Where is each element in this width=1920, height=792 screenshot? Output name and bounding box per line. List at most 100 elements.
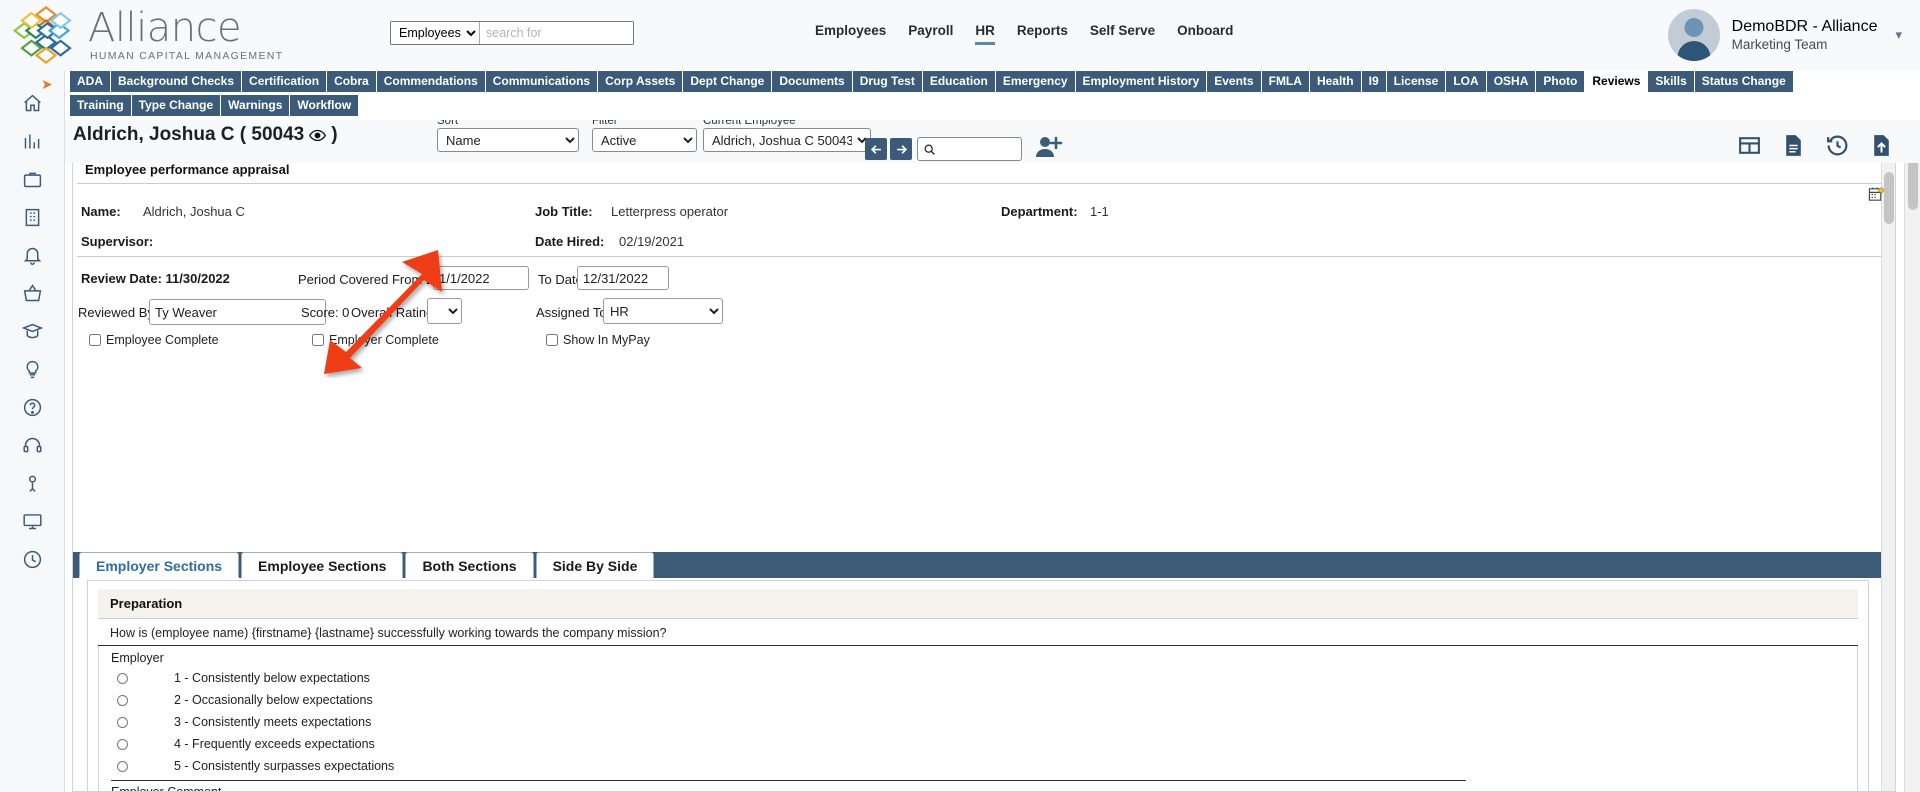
clock-icon[interactable]	[15, 542, 49, 576]
assigned-to-select[interactable]: HR	[603, 298, 723, 324]
headset-icon[interactable]	[15, 428, 49, 462]
filter-select[interactable]: Active	[592, 128, 697, 152]
tab-employer-sections[interactable]: Employer Sections	[79, 552, 240, 578]
rating-radio-4[interactable]	[117, 738, 128, 750]
calendar-scheduler-icon[interactable]	[1868, 186, 1885, 208]
module-tab-status-change[interactable]: Status Change	[1694, 71, 1794, 92]
employer-complete-checkbox[interactable]	[312, 334, 324, 346]
employee-complete-checkbox[interactable]	[89, 334, 101, 346]
rating-radio-2[interactable]	[117, 694, 128, 706]
nav-payroll[interactable]: Payroll	[908, 23, 953, 45]
basket-icon[interactable]	[15, 276, 49, 310]
module-tab-commendations[interactable]: Commendations	[376, 71, 486, 92]
module-tab-certification[interactable]: Certification	[242, 71, 328, 92]
review-details: Review Date: 11/30/2022 Period Covered F…	[73, 257, 1895, 369]
module-tab-drug-test[interactable]: Drug Test	[852, 71, 923, 92]
module-tab-warnings[interactable]: Warnings	[221, 95, 291, 116]
grid-icon[interactable]	[1737, 133, 1762, 158]
employer-complete-row[interactable]: Employer Complete	[312, 333, 439, 347]
chart-icon[interactable]	[15, 124, 49, 158]
divider	[111, 780, 1466, 781]
module-tab-health[interactable]: Health	[1309, 71, 1362, 92]
employee-search[interactable]	[917, 137, 1022, 161]
module-tab-education[interactable]: Education	[922, 71, 996, 92]
module-tab-skills[interactable]: Skills	[1648, 71, 1695, 92]
rating-radio-5[interactable]	[117, 760, 128, 772]
person-icon[interactable]	[15, 466, 49, 500]
previous-employee-button[interactable]	[865, 138, 887, 160]
module-tab-reviews[interactable]: Reviews	[1585, 71, 1649, 92]
eye-icon[interactable]	[309, 129, 327, 142]
global-search[interactable]: Employees	[390, 21, 634, 45]
module-tab-workflow[interactable]: Workflow	[290, 95, 360, 116]
module-tab-documents[interactable]: Documents	[772, 71, 853, 92]
chevron-down-icon[interactable]: ▾	[1895, 27, 1902, 43]
module-tab-osha[interactable]: OSHA	[1486, 71, 1537, 92]
module-tab-emergency[interactable]: Emergency	[995, 71, 1076, 92]
page-scrollbar[interactable]	[1904, 70, 1920, 792]
module-tab-loa[interactable]: LOA	[1446, 71, 1487, 92]
history-icon[interactable]	[1825, 133, 1850, 158]
nav-onboard[interactable]: Onboard	[1177, 23, 1233, 45]
brand-logo[interactable]: Alliance HUMAN CAPITAL MANAGEMENT	[8, 3, 283, 67]
add-employee-button[interactable]	[1035, 133, 1063, 166]
rating-option-row[interactable]: 3 - Consistently meets expectations	[111, 711, 1857, 733]
department-label: Department:	[1001, 204, 1078, 219]
nav-employees[interactable]: Employees	[815, 23, 886, 45]
question-icon[interactable]	[15, 390, 49, 424]
document-icon[interactable]	[1781, 133, 1806, 158]
module-tab-type-change[interactable]: Type Change	[131, 95, 222, 116]
module-tab-fmla[interactable]: FMLA	[1261, 71, 1310, 92]
employee-complete-row[interactable]: Employee Complete	[89, 333, 219, 347]
rating-radio-1[interactable]	[117, 672, 128, 684]
employee-search-input[interactable]	[939, 141, 1017, 157]
rating-option-row[interactable]: 2 - Occasionally below expectations	[111, 689, 1857, 711]
module-tab-license[interactable]: License	[1386, 71, 1447, 92]
score-label: Score: 0	[301, 305, 350, 320]
module-tab-employment-history[interactable]: Employment History	[1075, 71, 1208, 92]
module-tab-i9[interactable]: I9	[1361, 71, 1387, 92]
show-in-mypay-checkbox[interactable]	[546, 334, 558, 346]
content-scrollbar[interactable]	[1881, 156, 1895, 791]
upload-icon[interactable]	[1869, 133, 1894, 158]
next-employee-button[interactable]	[890, 138, 912, 160]
sort-select[interactable]: Name	[437, 128, 579, 152]
module-tab-dept-change[interactable]: Dept Change	[683, 71, 773, 92]
lightbulb-icon[interactable]	[15, 352, 49, 386]
user-menu[interactable]: DemoBDR - Alliance Marketing Team ▾	[1667, 9, 1902, 61]
current-employee-select[interactable]: Aldrich, Joshua C 50043	[703, 128, 871, 152]
tab-employee-sections[interactable]: Employee Sections	[241, 552, 404, 578]
graduation-icon[interactable]	[15, 314, 49, 348]
search-scope-select[interactable]: Employees	[391, 22, 480, 44]
module-tab-background-checks[interactable]: Background Checks	[111, 71, 243, 92]
bell-icon[interactable]	[15, 238, 49, 272]
reviewed-by-input[interactable]	[149, 299, 326, 325]
monitor-icon[interactable]	[15, 504, 49, 538]
nav-reports[interactable]: Reports	[1017, 23, 1068, 45]
module-tab-communications[interactable]: Communications	[485, 71, 599, 92]
tab-side-by-side[interactable]: Side By Side	[535, 552, 655, 578]
module-tabs-row-2: Training Type Change Warnings Workflow	[70, 95, 1920, 116]
rating-option-row[interactable]: 4 - Frequently exceeds expectations	[111, 733, 1857, 755]
rating-option-label: 4 - Frequently exceeds expectations	[174, 737, 375, 751]
building-icon[interactable]	[15, 200, 49, 234]
period-from-input[interactable]	[433, 266, 529, 290]
period-to-input[interactable]	[577, 266, 669, 290]
tab-both-sections[interactable]: Both Sections	[405, 552, 534, 578]
module-tab-cobra[interactable]: Cobra	[327, 71, 377, 92]
nav-hr[interactable]: HR	[975, 23, 995, 45]
module-tab-ada[interactable]: ADA	[70, 71, 111, 92]
nav-self-serve[interactable]: Self Serve	[1090, 23, 1155, 45]
rating-option-row[interactable]: 5 - Consistently surpasses expectations	[111, 755, 1857, 777]
show-in-mypay-row[interactable]: Show In MyPay	[546, 333, 650, 347]
module-tab-events[interactable]: Events	[1207, 71, 1262, 92]
module-tab-training[interactable]: Training	[70, 95, 132, 116]
rating-option-row[interactable]: 1 - Consistently below expectations	[111, 667, 1857, 689]
overall-rating-select[interactable]	[427, 298, 462, 324]
module-tab-corp-assets[interactable]: Corp Assets	[598, 71, 684, 92]
rail-expand-icon[interactable]: ➤	[41, 76, 53, 93]
module-tab-photo[interactable]: Photo	[1536, 71, 1586, 92]
briefcase-icon[interactable]	[15, 162, 49, 196]
search-input[interactable]	[480, 22, 633, 44]
rating-radio-3[interactable]	[117, 716, 128, 728]
